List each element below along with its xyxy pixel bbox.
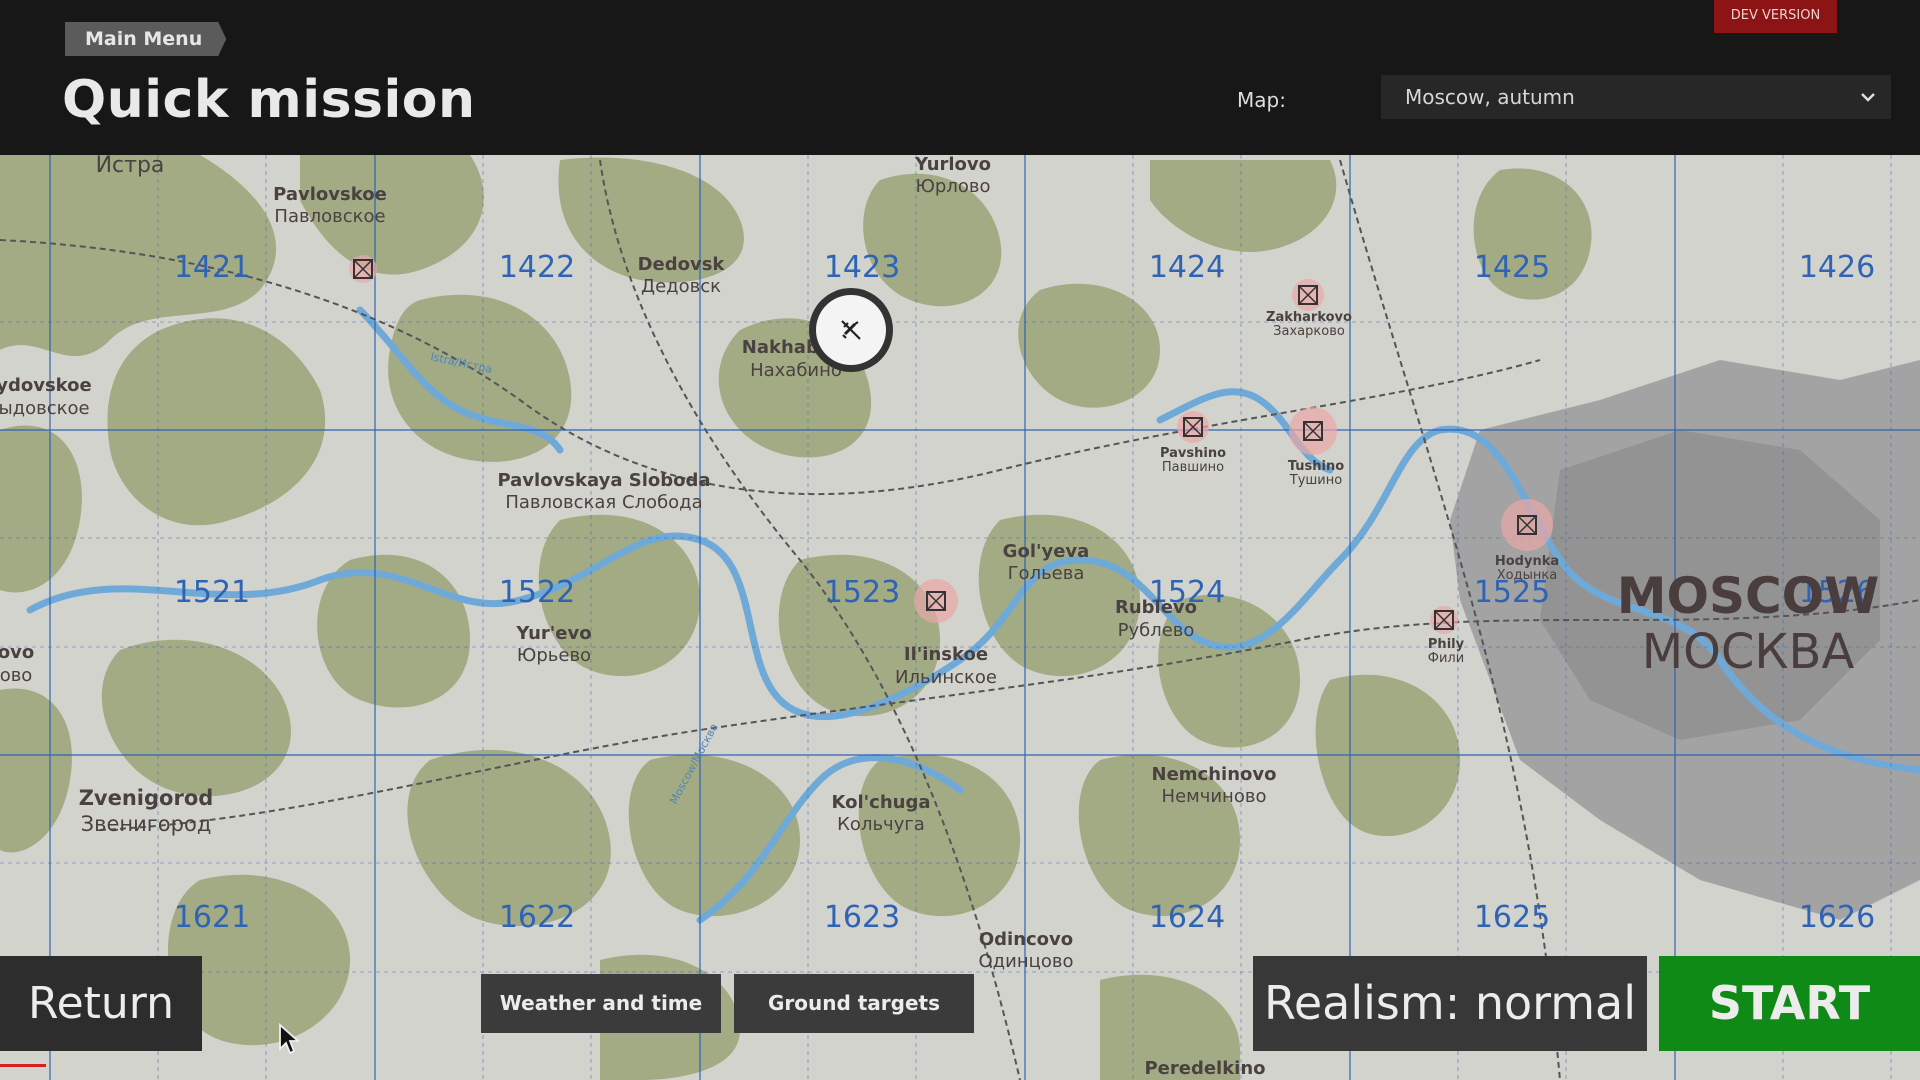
- place-cyr: Павловская Слобода: [505, 492, 702, 513]
- place-cyr: Звенигород: [81, 812, 212, 836]
- place-lat: Gol'yeva: [1003, 541, 1090, 562]
- weather-and-time-button[interactable]: Weather and time: [481, 974, 721, 1033]
- place-cyr: Павловское: [274, 206, 385, 227]
- aircraft-marker-icon[interactable]: [809, 288, 893, 372]
- place-lat: Pavshino: [1160, 446, 1226, 461]
- map-dropdown[interactable]: Moscow, autumn: [1381, 75, 1891, 119]
- target-icon: [1430, 606, 1458, 634]
- grid-label: 1626: [1799, 900, 1875, 935]
- grid-label: 1421: [174, 250, 250, 285]
- grid-label: 1521: [174, 575, 250, 610]
- ground-targets-button[interactable]: Ground targets: [734, 974, 974, 1033]
- place-lat: Nemchinovo: [1152, 764, 1277, 785]
- grid-label: 1425: [1474, 250, 1550, 285]
- page-title: Quick mission: [62, 70, 476, 130]
- grid-label: 1624: [1149, 900, 1225, 935]
- place-cyr: ыдовское: [0, 398, 90, 419]
- start-button[interactable]: START: [1659, 956, 1920, 1051]
- grid-label: 1621: [174, 900, 250, 935]
- grid-label: 1426: [1799, 250, 1875, 285]
- place-lat: Zvenigorod: [79, 786, 214, 810]
- place-lat: Dedovsk: [638, 254, 726, 275]
- place-cyr: ово: [0, 665, 32, 686]
- map-dropdown-value: Moscow, autumn: [1405, 85, 1575, 109]
- place-lat: Pavlovskoe: [273, 184, 387, 205]
- place-lat: ydovskoe: [0, 375, 92, 396]
- place-cyr: Ходынка: [1497, 568, 1557, 583]
- place-cyr: Гольева: [1008, 563, 1085, 584]
- place-cyr: Кольчуга: [837, 814, 925, 835]
- place-cyr: Юрьево: [517, 645, 591, 666]
- target-icon: [1289, 407, 1337, 455]
- city-lat: MOSCOW: [1617, 567, 1880, 625]
- realism-button[interactable]: Realism: normal: [1253, 956, 1647, 1051]
- city-label-moscow: MOSCOW МОСКВА: [1617, 567, 1880, 680]
- place-lat: Pavlovskaya Sloboda: [497, 470, 710, 491]
- grid-label: 1522: [499, 575, 575, 610]
- chevron-down-icon: [1861, 93, 1875, 102]
- mission-map[interactable]: 1421 1422 1423 1424 1425 1426 1521 1522 …: [0, 155, 1920, 1080]
- grid-label: 1625: [1474, 900, 1550, 935]
- target-icon: [914, 579, 958, 623]
- grid-label: 1424: [1149, 250, 1225, 285]
- place-lat: Zakharkovo: [1266, 310, 1352, 325]
- grid-label: 1623: [824, 900, 900, 935]
- return-button[interactable]: Return: [0, 956, 202, 1051]
- place-cyr: Захарково: [1273, 324, 1345, 339]
- place-lat: Odincovo: [979, 929, 1073, 950]
- place-lat: ovo: [0, 642, 34, 663]
- place-lat: Tushino: [1288, 459, 1344, 474]
- grid-label: 1523: [824, 575, 900, 610]
- grid-label: 1423: [824, 250, 900, 285]
- target-icon: [1501, 499, 1553, 551]
- target-icon: [1177, 411, 1209, 443]
- place-lat: Il'inskoe: [904, 644, 988, 665]
- place-cyr: Тушино: [1289, 473, 1342, 488]
- progress-indicator: [0, 1064, 46, 1067]
- grid-label: 1422: [499, 250, 575, 285]
- grid-label: 1622: [499, 900, 575, 935]
- place-cyr: Рублево: [1118, 620, 1195, 641]
- place-lat: Hodynka: [1495, 554, 1559, 569]
- place-cyr: Ильинское: [895, 667, 997, 688]
- place-lat: Rublevo: [1115, 597, 1197, 618]
- place-cyr: Павшино: [1162, 460, 1224, 475]
- map-label: Map:: [1237, 88, 1286, 112]
- place-lat: Peredelkino: [1144, 1058, 1265, 1079]
- place-cyr: Немчиново: [1162, 786, 1267, 807]
- cursor-icon: [279, 1023, 301, 1055]
- place-lat: Yur'evo: [515, 623, 591, 644]
- header-bar: Main Menu Quick mission DEV VERSION Map:…: [0, 0, 1920, 155]
- place-lat: Kol'chuga: [831, 792, 930, 813]
- target-icon: [1292, 279, 1324, 311]
- dev-version-badge: DEV VERSION: [1714, 0, 1837, 33]
- place-cyr: Дедовск: [641, 276, 721, 297]
- place-cyr: Истра: [96, 155, 165, 178]
- place-lat: Yurlovo: [914, 155, 991, 175]
- place-cyr: Фили: [1428, 651, 1464, 666]
- place-lat: Philу: [1428, 637, 1465, 652]
- city-cyr: МОСКВА: [1642, 624, 1855, 680]
- place-cyr: Юрлово: [916, 176, 991, 197]
- place-cyr: Одинцово: [979, 951, 1074, 972]
- target-icon: [349, 255, 377, 283]
- breadcrumb-main-menu[interactable]: Main Menu: [65, 22, 226, 56]
